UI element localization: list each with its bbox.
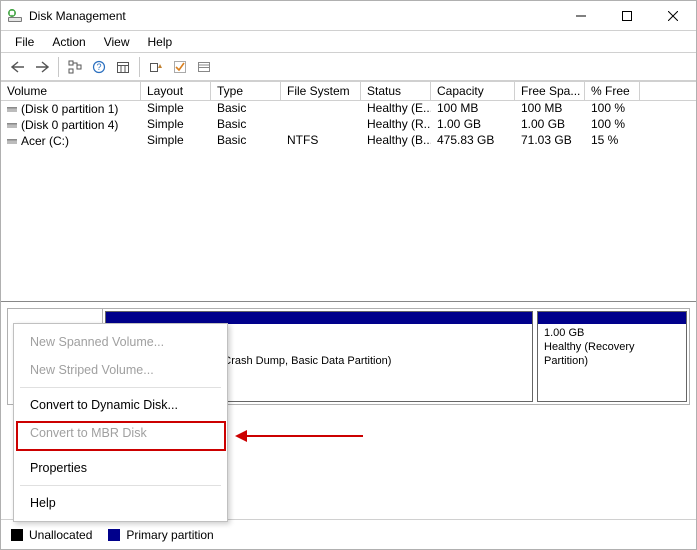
swatch-unallocated — [11, 529, 23, 541]
col-type[interactable]: Type — [211, 82, 281, 100]
cell-type: Basic — [211, 101, 281, 117]
cell-fs — [281, 101, 361, 117]
cell-volume: (Disk 0 partition 4) — [21, 118, 118, 132]
list-icon[interactable] — [193, 56, 215, 78]
ctx-properties[interactable]: Properties — [14, 454, 227, 482]
cell-cap: 475.83 GB — [431, 133, 515, 149]
col-fs[interactable]: File System — [281, 82, 361, 100]
cell-layout: Simple — [141, 117, 211, 133]
cell-volume: Acer (C:) — [21, 134, 69, 148]
cell-fs — [281, 117, 361, 133]
column-header-row: Volume Layout Type File System Status Ca… — [1, 81, 696, 101]
ctx-convert-mbr: Convert to MBR Disk — [14, 419, 227, 447]
legend-primary: Primary partition — [126, 528, 213, 542]
close-button[interactable] — [650, 1, 696, 31]
help-icon[interactable]: ? — [88, 56, 110, 78]
col-layout[interactable]: Layout — [141, 82, 211, 100]
refresh-icon[interactable] — [145, 56, 167, 78]
partition-status: Healthy (Recovery Partition) — [544, 341, 634, 367]
cell-pct: 100 % — [585, 101, 640, 117]
col-pct[interactable]: % Free — [585, 82, 640, 100]
window: Disk Management File Action View Help ? … — [0, 0, 697, 550]
cell-volume: (Disk 0 partition 1) — [21, 102, 118, 116]
minimize-button[interactable] — [558, 1, 604, 31]
cell-type: Basic — [211, 117, 281, 133]
table-row[interactable]: (Disk 0 partition 4) Simple Basic Health… — [1, 117, 696, 133]
col-volume[interactable]: Volume — [1, 82, 141, 100]
context-menu: New Spanned Volume... New Striped Volume… — [13, 323, 228, 522]
cell-free: 100 MB — [515, 101, 585, 117]
annotation-arrow — [233, 426, 373, 446]
forward-icon[interactable] — [31, 56, 53, 78]
cell-pct: 15 % — [585, 133, 640, 149]
cell-status: Healthy (B... — [361, 133, 431, 149]
menubar: File Action View Help — [1, 31, 696, 53]
table-row[interactable]: Acer (C:) Simple Basic NTFS Healthy (B..… — [1, 133, 696, 149]
swatch-primary — [108, 529, 120, 541]
volume-icon — [7, 104, 17, 114]
app-icon — [7, 8, 23, 24]
check-icon[interactable] — [169, 56, 191, 78]
calendar-icon[interactable] — [112, 56, 134, 78]
back-icon[interactable] — [7, 56, 29, 78]
cell-status: Healthy (R... — [361, 117, 431, 133]
cell-cap: 100 MB — [431, 101, 515, 117]
table-row[interactable]: (Disk 0 partition 1) Simple Basic Health… — [1, 101, 696, 117]
volume-icon — [7, 136, 17, 146]
partition-size: 1.00 GB — [544, 327, 584, 339]
toolbar: ? — [1, 53, 696, 81]
menu-view[interactable]: View — [96, 33, 138, 51]
cell-fs: NTFS — [281, 133, 361, 149]
menu-help[interactable]: Help — [140, 33, 181, 51]
cell-free: 1.00 GB — [515, 117, 585, 133]
titlebar: Disk Management — [1, 1, 696, 31]
volume-icon — [7, 120, 17, 130]
cell-layout: Simple — [141, 133, 211, 149]
col-status[interactable]: Status — [361, 82, 431, 100]
legend-unallocated: Unallocated — [29, 528, 92, 542]
ctx-new-spanned: New Spanned Volume... — [14, 328, 227, 356]
cell-status: Healthy (E... — [361, 101, 431, 117]
menu-action[interactable]: Action — [44, 33, 93, 51]
svg-text:?: ? — [96, 62, 101, 72]
partition-recovery[interactable]: 1.00 GB Healthy (Recovery Partition) — [537, 311, 687, 402]
ctx-convert-dynamic[interactable]: Convert to Dynamic Disk... — [14, 391, 227, 419]
cell-type: Basic — [211, 133, 281, 149]
cell-layout: Simple — [141, 101, 211, 117]
legend: Unallocated Primary partition — [1, 519, 696, 549]
maximize-button[interactable] — [604, 1, 650, 31]
ctx-new-striped: New Striped Volume... — [14, 356, 227, 384]
tree-icon[interactable] — [64, 56, 86, 78]
menu-file[interactable]: File — [7, 33, 42, 51]
window-title: Disk Management — [29, 9, 126, 23]
col-capacity[interactable]: Capacity — [431, 82, 515, 100]
col-free[interactable]: Free Spa... — [515, 82, 585, 100]
volume-list: (Disk 0 partition 1) Simple Basic Health… — [1, 101, 696, 301]
cell-cap: 1.00 GB — [431, 117, 515, 133]
cell-free: 71.03 GB — [515, 133, 585, 149]
ctx-help[interactable]: Help — [14, 489, 227, 517]
cell-pct: 100 % — [585, 117, 640, 133]
